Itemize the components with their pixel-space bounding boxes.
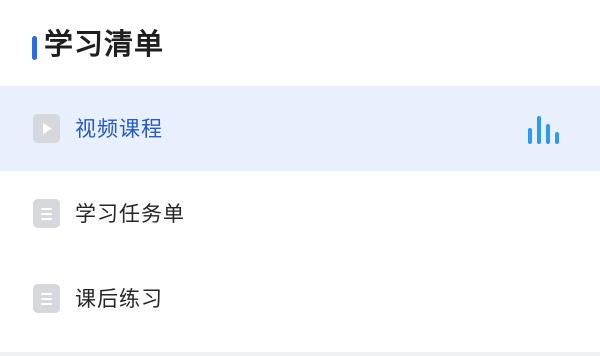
list-item-label: 视频课程	[75, 117, 163, 141]
list-item-label: 课后练习	[75, 287, 163, 311]
document-icon	[33, 199, 60, 228]
study-list: 视频课程 学习任务单 课后练习	[0, 86, 600, 341]
list-item-video-course[interactable]: 视频课程	[0, 86, 600, 171]
document-icon	[33, 284, 60, 313]
playing-equalizer-icon	[528, 116, 560, 144]
list-item-task-sheet[interactable]: 学习任务单	[0, 171, 600, 256]
list-item-label: 学习任务单	[75, 202, 185, 226]
study-list-panel: 学习清单 视频课程 学习任务单 课后练习	[0, 0, 600, 356]
list-item-practice[interactable]: 课后练习	[0, 256, 600, 341]
title-accent-bar	[32, 36, 37, 60]
video-play-icon	[33, 114, 60, 143]
section-title: 学习清单	[44, 27, 165, 61]
section-header: 学习清单	[0, 0, 600, 86]
